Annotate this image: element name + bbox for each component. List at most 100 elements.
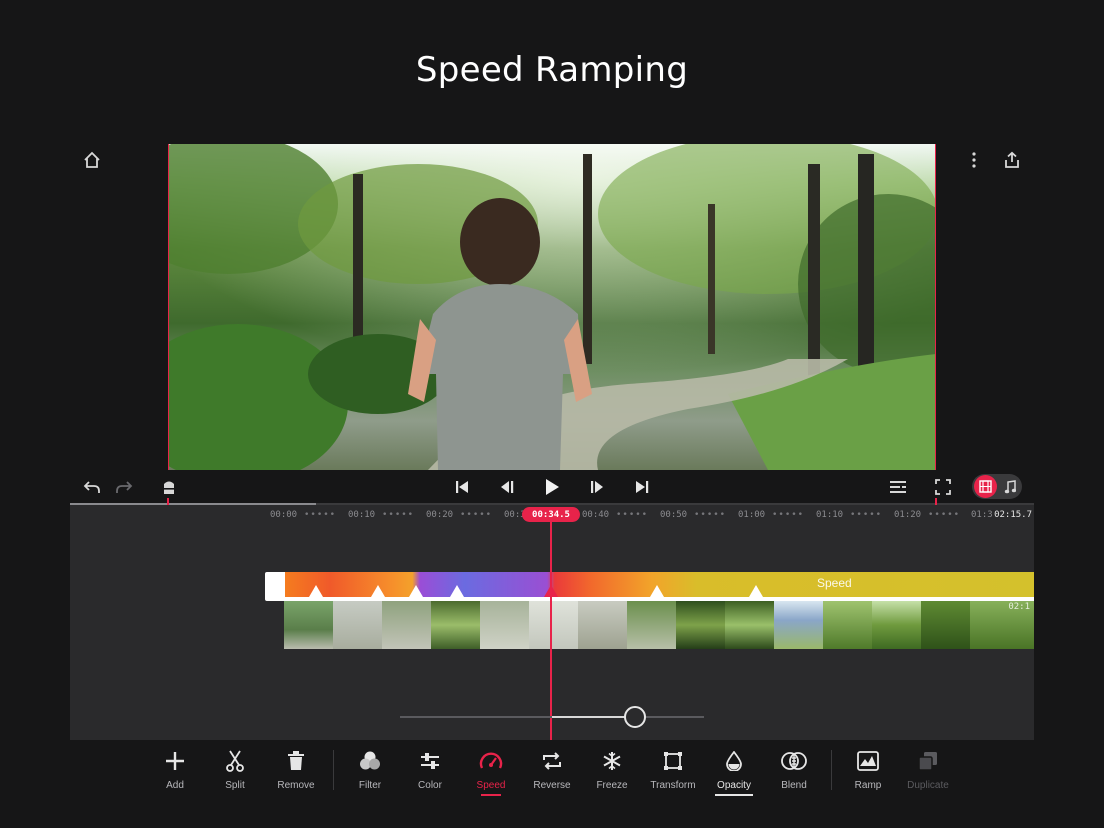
trim-line-left — [168, 144, 169, 470]
tool-label: Ramp — [854, 780, 882, 791]
audio-track-toggle[interactable] — [1000, 477, 1020, 497]
sliders-icon — [421, 753, 439, 769]
ruler-tick: 01:10 — [816, 510, 844, 520]
freeze-tool[interactable]: Freeze — [580, 750, 644, 791]
frame-forward-button[interactable] — [585, 476, 609, 498]
tool-label: Duplicate — [907, 780, 949, 791]
playhead-time[interactable]: 00:34.5 — [522, 507, 580, 522]
blend-icon — [781, 752, 807, 770]
drop-icon — [726, 751, 742, 771]
clip-end-time: 02:1 — [1008, 602, 1030, 612]
ruler-dots: ••••• — [772, 510, 805, 520]
more-button[interactable] — [962, 148, 986, 172]
color-tool[interactable]: Color — [398, 750, 462, 791]
ruler-dots: ••••• — [616, 510, 649, 520]
ruler-tick: 00:00 — [270, 510, 298, 520]
tool-label: Reverse — [533, 780, 571, 791]
remove-tool[interactable]: Remove — [264, 750, 328, 791]
reverse-icon — [543, 752, 561, 770]
speed-tool[interactable]: Speed — [459, 750, 523, 796]
skip-start-button[interactable] — [450, 476, 474, 498]
snowflake-icon — [603, 752, 621, 770]
speed-slider-thumb[interactable] — [624, 706, 647, 728]
video-frame-illustration — [168, 144, 936, 470]
tool-label: Color — [418, 780, 442, 791]
skip-end-button[interactable] — [630, 476, 654, 498]
playhead-line — [550, 522, 552, 740]
music-note-icon — [1004, 480, 1016, 494]
tool-label: Filter — [358, 780, 382, 791]
ruler-dots: ••••• — [382, 510, 415, 520]
film-icon — [979, 480, 992, 493]
clip-thumbnail — [823, 601, 872, 649]
ruler-dots: ••••• — [304, 510, 337, 520]
clip-thumbnail — [774, 601, 823, 649]
speedometer-icon — [479, 752, 503, 769]
speed-keyframe[interactable] — [749, 585, 763, 597]
scissors-icon — [226, 750, 244, 772]
speed-keyframe[interactable] — [309, 585, 323, 597]
speed-track-label: Speed — [817, 576, 852, 590]
add-tool[interactable]: Add — [143, 750, 207, 791]
ruler-dots: ••••• — [460, 510, 493, 520]
track-list-button[interactable] — [886, 476, 910, 498]
undo-button[interactable] — [80, 476, 104, 498]
tool-label: Split — [225, 780, 245, 791]
track-type-toggle[interactable] — [972, 474, 1022, 499]
ramp-tool[interactable]: Ramp — [836, 750, 900, 791]
ruler-tick: 01:20 — [894, 510, 922, 520]
speed-keyframe[interactable] — [650, 585, 664, 597]
clip-thumbnail — [921, 601, 970, 649]
marker-icon — [164, 481, 174, 494]
plus-icon — [166, 752, 184, 770]
fullscreen-button[interactable] — [931, 476, 955, 498]
speed-slider[interactable] — [400, 716, 704, 718]
opacity-tool[interactable]: Opacity — [702, 750, 766, 796]
track-list-icon — [890, 481, 906, 493]
trim-tick-left — [167, 498, 169, 505]
filter-icon — [360, 751, 380, 770]
total-duration: 02:15.7 — [994, 510, 1032, 520]
share-icon — [1005, 151, 1019, 168]
trash-icon — [288, 751, 304, 770]
speed-keyframe[interactable] — [450, 585, 464, 597]
clip-thumbnail — [284, 601, 333, 649]
clip-thumbnail — [333, 601, 382, 649]
play-button[interactable] — [540, 475, 564, 499]
video-preview[interactable] — [168, 144, 936, 470]
ruler-dots: ••••• — [850, 510, 883, 520]
timeline-panel[interactable]: 00:00 ••••• 00:10 ••••• 00:20 ••••• 00:3… — [70, 505, 1034, 740]
blend-tool[interactable]: Blend — [762, 750, 826, 791]
reverse-tool[interactable]: Reverse — [520, 750, 584, 791]
ruler-tick: 00:40 — [582, 510, 610, 520]
speed-keyframe[interactable] — [409, 585, 423, 597]
clip-thumbnail — [480, 601, 529, 649]
play-icon — [546, 479, 559, 495]
split-tool[interactable]: Split — [203, 750, 267, 791]
clip-thumbnail — [529, 601, 578, 649]
home-button[interactable] — [80, 148, 104, 172]
filter-tool[interactable]: Filter — [338, 750, 402, 791]
undo-icon — [83, 481, 100, 493]
share-button[interactable] — [1000, 148, 1024, 172]
trim-tick-right — [935, 498, 937, 505]
tool-label: Add — [166, 780, 184, 791]
video-track-toggle[interactable] — [974, 475, 997, 498]
clip-thumbnail — [725, 601, 774, 649]
redo-button[interactable] — [112, 476, 136, 498]
home-icon — [84, 151, 100, 168]
tool-label: Remove — [277, 780, 315, 791]
clip-filmstrip[interactable]: 02:1 — [284, 601, 1034, 649]
fullscreen-icon — [935, 479, 951, 495]
frame-back-button[interactable] — [495, 476, 519, 498]
split-marker-handle[interactable] — [160, 476, 178, 498]
ruler-tick: 00:20 — [426, 510, 454, 520]
toolbar-divider — [831, 750, 832, 790]
ruler-tick: 00:50 — [660, 510, 688, 520]
speed-slider-fill — [552, 716, 635, 718]
speed-ramp-track[interactable]: Speed — [265, 572, 1034, 601]
speed-keyframe[interactable] — [371, 585, 385, 597]
duplicate-tool[interactable]: Duplicate — [896, 750, 960, 791]
transform-tool[interactable]: Transform — [641, 750, 705, 791]
tool-label: Transform — [650, 780, 696, 791]
